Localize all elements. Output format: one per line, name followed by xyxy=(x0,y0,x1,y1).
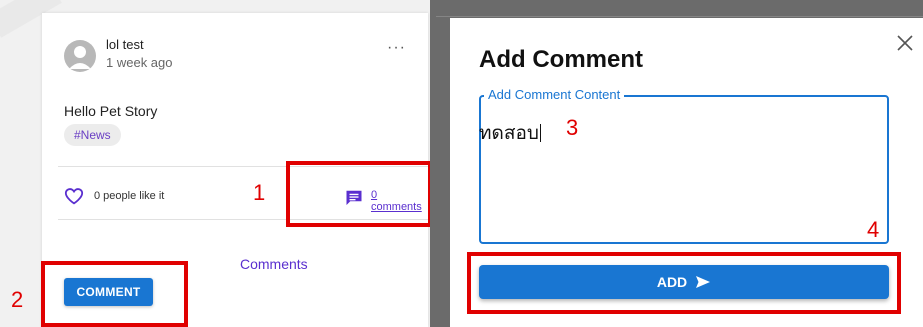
comment-text: ทดสอบ xyxy=(479,123,539,144)
comment-content-label: Add Comment Content xyxy=(484,87,625,102)
post-time: 1 week ago xyxy=(106,55,173,70)
post-text: Hello Pet Story xyxy=(64,103,158,119)
annotation-step4: 4 xyxy=(867,217,880,242)
annotation-step2: 2 xyxy=(11,287,24,312)
avatar-icon xyxy=(69,46,91,69)
post-tag[interactable]: #News xyxy=(64,124,121,146)
avatar xyxy=(64,40,96,72)
backdrop-line xyxy=(436,16,923,17)
highlight-box-step4 xyxy=(467,252,901,314)
comments-heading: Comments xyxy=(240,256,308,272)
heart-outline-icon[interactable] xyxy=(64,187,84,210)
highlight-box-step2 xyxy=(41,261,188,327)
more-horizontal-icon[interactable]: ··· xyxy=(387,39,406,57)
close-icon[interactable] xyxy=(897,35,913,56)
highlight-box-step1 xyxy=(286,161,432,227)
likes-count: 0 people like it xyxy=(94,190,165,202)
dialog-title: Add Comment xyxy=(479,46,643,73)
annotation-step1: 1 xyxy=(253,180,266,205)
post-author: lol test xyxy=(106,37,144,52)
annotation-step3: 3 xyxy=(566,115,579,140)
comment-content-value[interactable]: ทดสอบ xyxy=(479,118,541,148)
text-caret xyxy=(539,124,541,142)
